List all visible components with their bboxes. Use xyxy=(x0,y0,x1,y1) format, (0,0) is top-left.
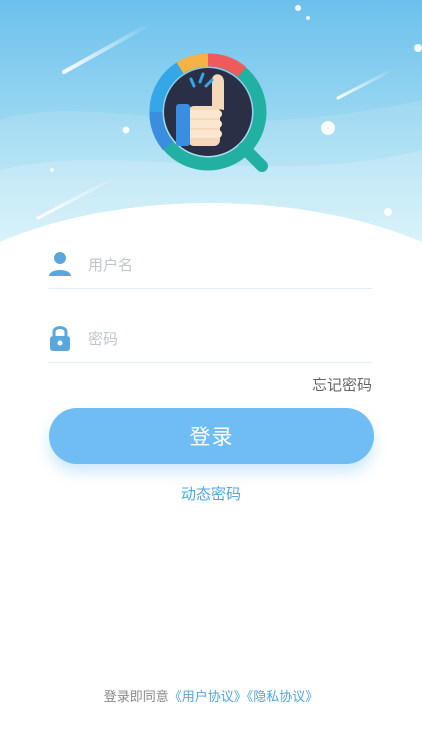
username-field xyxy=(48,240,372,289)
agreement-notice: 登录即同意《用户协议》《隐私协议》 xyxy=(0,686,422,705)
password-field xyxy=(48,314,372,363)
app-logo-icon xyxy=(148,52,272,176)
lock-icon xyxy=(48,324,72,352)
user-agreement-link[interactable]: 《用户协议》 xyxy=(169,690,247,705)
privacy-agreement-link[interactable]: 《隐私协议》 xyxy=(247,690,319,705)
password-input[interactable] xyxy=(88,322,358,356)
username-input[interactable] xyxy=(88,248,358,282)
agreement-prefix: 登录即同意 xyxy=(103,690,169,705)
login-button[interactable]: 登录 xyxy=(49,408,374,464)
forgot-password-link[interactable]: 忘记密码 xyxy=(312,374,372,395)
dynamic-password-link[interactable]: 动态密码 xyxy=(0,483,422,504)
user-icon xyxy=(48,250,72,278)
